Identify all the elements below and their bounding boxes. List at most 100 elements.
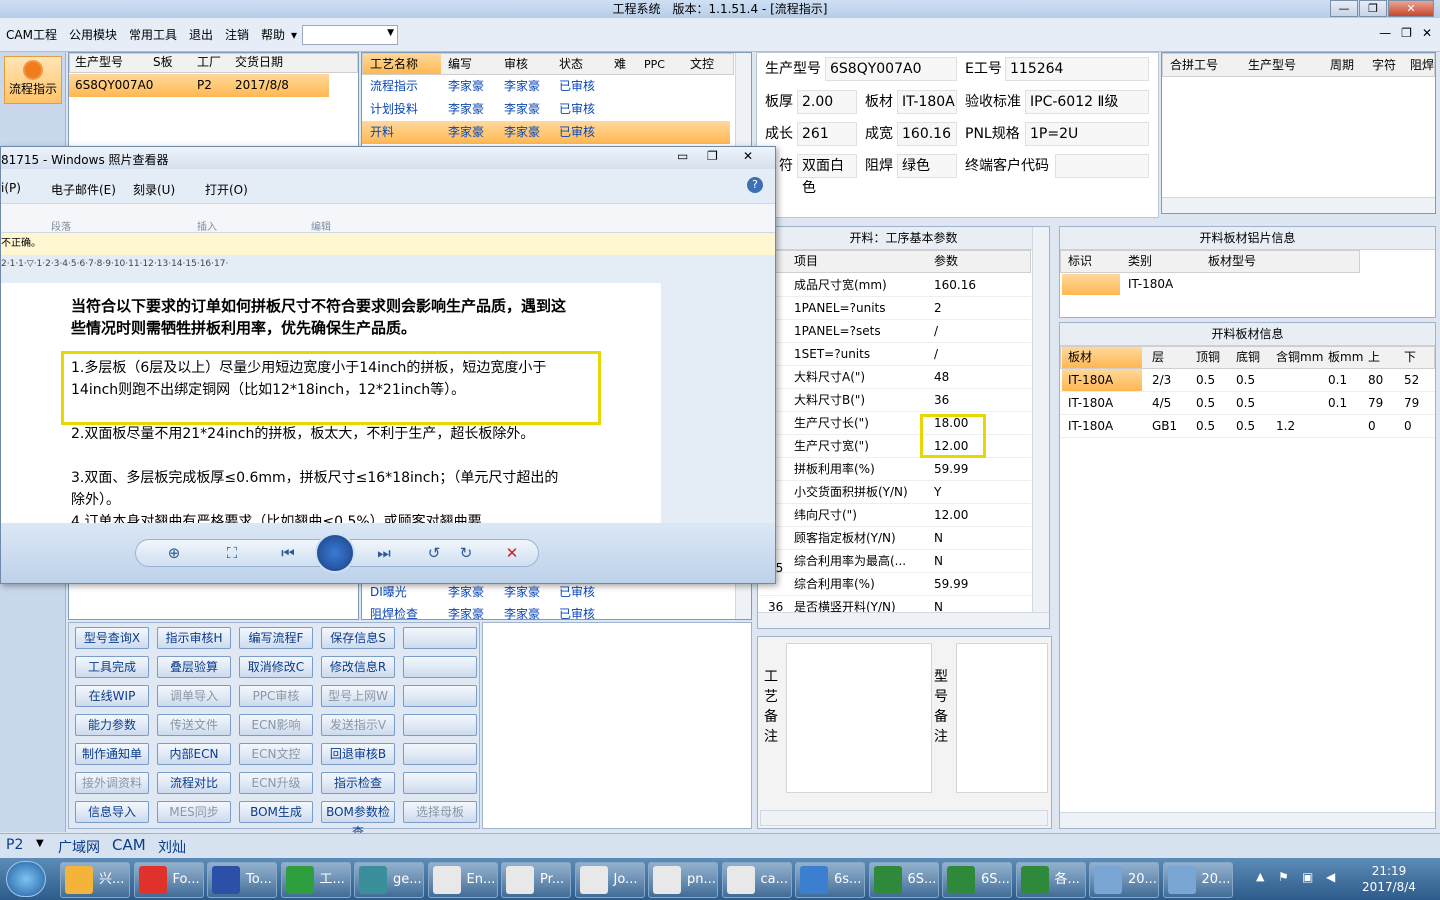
taskbar-item[interactable]: pn... [648, 862, 718, 898]
col-header[interactable]: 板材 [1064, 346, 1092, 369]
param-value[interactable]: / [930, 320, 1028, 343]
viewer-menu-burn[interactable]: 刻录(U) [133, 181, 175, 198]
action-button[interactable]: 在线WIP [75, 685, 149, 707]
action-button[interactable]: 选择母板 [403, 801, 477, 823]
col-header[interactable]: 顶铜 [1192, 346, 1220, 369]
taskbar-item[interactable]: 工... [280, 862, 351, 898]
e-job-field[interactable]: 115264 [1005, 57, 1149, 81]
action-button[interactable] [403, 772, 477, 794]
action-button[interactable] [403, 656, 477, 678]
taskbar-item[interactable]: 20... [1162, 862, 1233, 898]
action-button[interactable]: 发送指示V [321, 714, 395, 736]
tray-arrow-icon[interactable]: ▲ [1256, 870, 1264, 883]
action-button[interactable]: BOM生成 [239, 801, 313, 823]
action-button[interactable]: 传送文件 [157, 714, 231, 736]
viewer-close-button[interactable]: ✕ [743, 149, 753, 163]
action-button[interactable]: BOM参数检查 [321, 801, 395, 839]
col-header[interactable]: 下 [1400, 346, 1416, 369]
rotate-left-icon[interactable]: ↺ [423, 543, 445, 563]
delete-icon[interactable]: ✕ [501, 543, 523, 563]
col-header[interactable]: 工艺名称 [366, 53, 418, 76]
menu-combo[interactable]: ▼ [302, 25, 398, 45]
col-header[interactable]: 生产型号 [71, 51, 149, 74]
minimize-button[interactable]: — [1330, 0, 1358, 17]
action-button[interactable]: 内部ECN [157, 743, 231, 765]
next-icon[interactable]: ⏭ [373, 543, 395, 563]
process-notes-textarea[interactable] [786, 643, 932, 793]
col-header[interactable]: 类别 [1124, 250, 1152, 273]
viewer-maximize-button[interactable]: ❐ [707, 149, 718, 163]
previous-icon[interactable]: ⏮ [277, 543, 299, 563]
action-button[interactable] [403, 627, 477, 649]
action-button[interactable]: 保存信息S [321, 627, 395, 649]
taskbar-item[interactable]: 20... [1089, 862, 1159, 898]
col-header[interactable]: 编写 [444, 53, 472, 76]
col-header[interactable]: 交货日期 [231, 51, 321, 74]
col-header[interactable]: 合拼工号 [1166, 54, 1218, 77]
rotate-right-icon[interactable]: ↻ [455, 543, 477, 563]
menu-common-modules[interactable]: 公用模块 [63, 18, 123, 52]
maximize-button[interactable]: ❐ [1359, 0, 1387, 17]
horizontal-scrollbar[interactable] [758, 612, 1049, 628]
table-cell[interactable]: DI曝光 [366, 581, 407, 604]
close-button[interactable]: ✕ [1388, 0, 1434, 17]
action-button[interactable]: 调单导入 [157, 685, 231, 707]
param-value[interactable]: 2 [930, 297, 1028, 320]
taskbar-item[interactable]: Pr... [501, 862, 571, 898]
action-button[interactable]: 型号上网W [321, 685, 395, 707]
action-button[interactable] [403, 743, 477, 765]
pnl-field[interactable]: 1P=2U [1025, 122, 1149, 146]
param-value[interactable]: 59.99 [930, 573, 1028, 596]
horizontal-scrollbar[interactable] [1162, 197, 1435, 213]
help-icon[interactable]: ? [747, 177, 763, 193]
col-header[interactable]: 标识 [1064, 250, 1092, 273]
viewer-menu-open[interactable]: 打开(O) [205, 181, 248, 198]
viewer-menu-print[interactable]: i(P) [1, 181, 21, 195]
col-header[interactable]: 周期 [1326, 54, 1354, 77]
param-value[interactable]: Y [930, 481, 1028, 504]
action-button[interactable]: PPC审核 [239, 685, 313, 707]
action-button[interactable]: 接外调资料 [75, 772, 149, 794]
col-header[interactable]: 含铜mm [1272, 346, 1323, 369]
width-field[interactable]: 160.16 [897, 122, 957, 146]
chevron-down-icon[interactable]: ▾ [291, 18, 297, 52]
param-value[interactable]: 48 [930, 366, 1028, 389]
horizontal-scrollbar[interactable] [1060, 812, 1435, 828]
thickness-field[interactable]: 2.00 [797, 90, 857, 114]
vertical-scrollbar[interactable] [1032, 227, 1049, 612]
menu-tools[interactable]: 常用工具 [123, 18, 183, 52]
col-header[interactable]: 参数 [930, 250, 958, 273]
action-button[interactable]: 制作通知单 [75, 743, 149, 765]
chevron-down-icon[interactable]: ▼ [36, 838, 44, 849]
col-header[interactable]: PPC [640, 53, 665, 76]
taskbar-item[interactable]: To... [207, 862, 277, 898]
menu-logout[interactable]: 注销 [219, 18, 255, 52]
taskbar-item[interactable]: 各... [1015, 862, 1086, 898]
zoom-icon[interactable]: ⊕ [163, 543, 185, 563]
viewer-minimize-button[interactable]: ▭ [677, 149, 688, 163]
taskbar-item[interactable]: Jo... [574, 862, 645, 898]
col-header[interactable]: 底铜 [1232, 346, 1260, 369]
action-button[interactable]: 能力参数 [75, 714, 149, 736]
taskbar-item[interactable]: 6S... [942, 862, 1012, 898]
action-button[interactable]: ECN影响 [239, 714, 313, 736]
prod-model-field[interactable]: 6S8QY007A0 [825, 57, 957, 81]
col-header[interactable]: 层 [1148, 346, 1164, 369]
model-notes-textarea[interactable] [956, 643, 1048, 793]
taskbar-item[interactable]: 兴... [60, 862, 130, 898]
mask-field[interactable]: 绿色 [897, 154, 957, 178]
action-button[interactable]: 型号查询X [75, 627, 149, 649]
param-value[interactable]: 12.00 [930, 504, 1028, 527]
menu-exit[interactable]: 退出 [183, 18, 219, 52]
action-button[interactable] [403, 714, 477, 736]
length-field[interactable]: 261 [797, 122, 857, 146]
col-header[interactable]: 工厂 [193, 51, 233, 74]
char-field[interactable]: 双面白色 [797, 154, 857, 196]
material-field[interactable]: IT-180A [897, 90, 957, 114]
action-button[interactable]: 取消修改C [239, 656, 313, 678]
action-button[interactable]: MES同步 [157, 801, 231, 823]
col-header[interactable]: 上 [1364, 346, 1380, 369]
action-button[interactable]: 编写流程F [239, 627, 313, 649]
col-header[interactable]: 板mm [1324, 346, 1363, 369]
col-header[interactable]: S板 [149, 51, 199, 74]
